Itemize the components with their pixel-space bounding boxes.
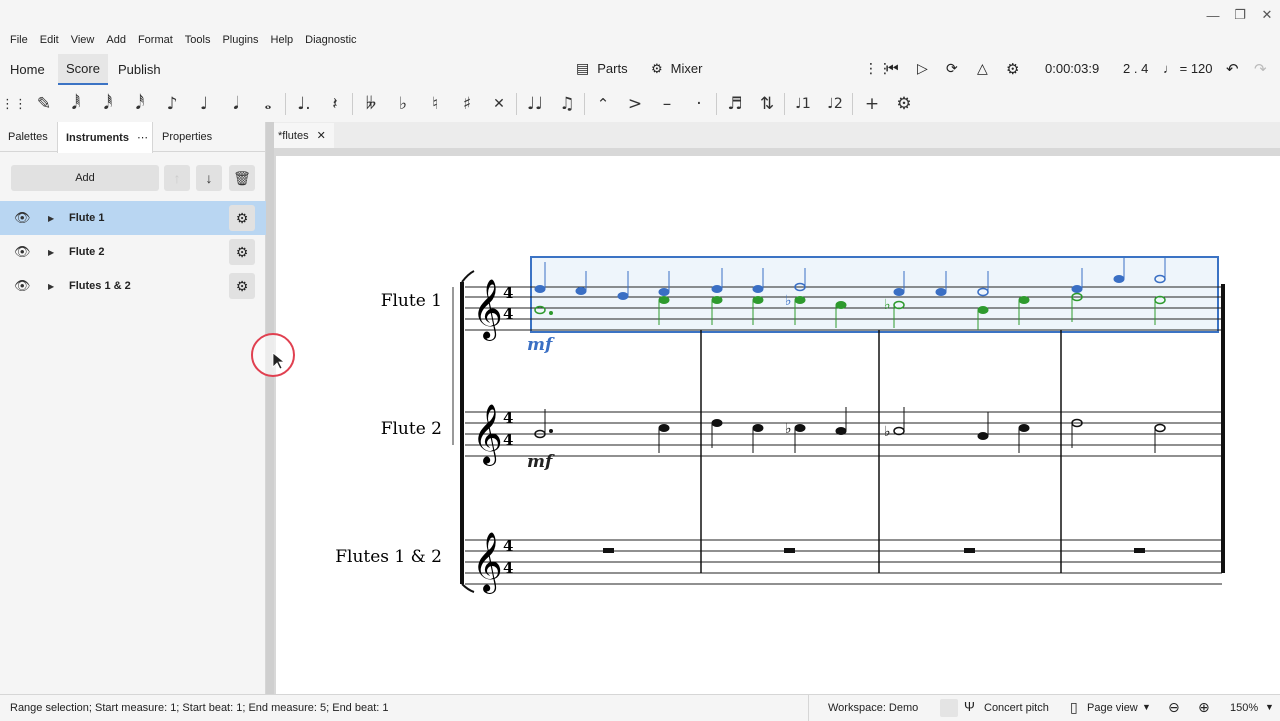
selection-status: Range selection; Start measure: 1; Start… bbox=[10, 702, 389, 714]
tuning-fork-icon: Ψ bbox=[964, 699, 975, 714]
flute-2-notes[interactable] bbox=[534, 407, 1166, 453]
time-signature-bottom: 4 bbox=[503, 305, 513, 323]
treble-clef-icon: 𝄞 bbox=[472, 404, 503, 466]
zoom-out-icon[interactable]: ⊖ bbox=[1168, 699, 1180, 716]
staff-name-flutes-1-2: Flutes 1 & 2 bbox=[335, 547, 442, 567]
status-separator bbox=[808, 695, 809, 721]
zoom-in-icon[interactable]: ⊕ bbox=[1198, 699, 1210, 716]
mouse-pointer-icon bbox=[272, 352, 284, 370]
staff-flutes-1-2 bbox=[465, 539, 1222, 585]
concert-pitch-label[interactable]: Concert pitch bbox=[984, 702, 1049, 714]
time-signature-top: 4 bbox=[503, 409, 513, 427]
page-view-icon: ▯ bbox=[1070, 699, 1078, 715]
concert-pitch-checkbox[interactable] bbox=[940, 699, 958, 717]
score-notation: 𝄞 𝄞 𝄞 4 4 4 4 4 4 Flute 1 Flute 2 Flutes… bbox=[335, 256, 1225, 594]
time-signature-bottom: 4 bbox=[503, 559, 513, 577]
dynamic-mf[interactable]: mf bbox=[527, 335, 555, 355]
barlines bbox=[700, 330, 1062, 573]
chevron-down-icon[interactable]: ▼ bbox=[1265, 702, 1274, 712]
staff-name-flute-1: Flute 1 bbox=[381, 291, 442, 311]
time-signature-top: 4 bbox=[503, 537, 513, 555]
dynamic-mf[interactable]: mf bbox=[527, 452, 555, 472]
range-selection-box[interactable] bbox=[530, 256, 1219, 333]
flat-accidental-icon: ♭ bbox=[884, 297, 891, 313]
treble-clef-icon: 𝄞 bbox=[472, 532, 503, 594]
status-bar: Range selection; Start measure: 1; Start… bbox=[0, 694, 1280, 721]
chevron-down-icon[interactable]: ▼ bbox=[1142, 702, 1151, 712]
flat-accidental-icon: ♭ bbox=[884, 424, 891, 440]
flat-accidental-icon: ♭ bbox=[785, 293, 792, 309]
view-mode-select[interactable]: Page view bbox=[1087, 702, 1138, 714]
zoom-level[interactable]: 150% bbox=[1230, 702, 1258, 714]
staff-name-flute-2: Flute 2 bbox=[381, 419, 442, 439]
time-signature-bottom: 4 bbox=[503, 431, 513, 449]
workspace-selector[interactable]: Workspace: Demo bbox=[828, 702, 918, 714]
time-signature-top: 4 bbox=[503, 284, 513, 302]
flat-accidental-icon: ♭ bbox=[785, 421, 792, 437]
treble-clef-icon: 𝄞 bbox=[472, 279, 503, 341]
